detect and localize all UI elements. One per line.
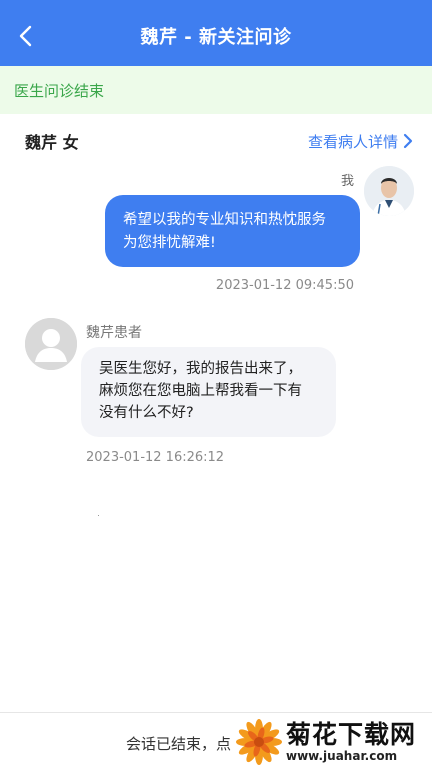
consult-status-banner: 医生问诊结束 [0,66,432,114]
patient-avatar[interactable] [25,318,77,370]
chevron-left-icon [19,25,32,47]
view-patient-details-label: 查看病人详情 [307,132,398,151]
chevron-right-icon [403,133,413,149]
patient-info-row: 魏芹 女 查看病人详情 [0,120,432,162]
watermark-site-url: www.juahar.com [286,749,398,763]
message-line: 希望以我的专业知识和热忱服务 [123,212,326,228]
session-ended-text: 会话已结束，点 [126,735,232,753]
message-line: 没有什么不好? [99,405,194,421]
message-timestamp: 2023-01-12 09:45:50 [215,278,354,293]
message-bubble-outgoing[interactable]: 希望以我的专业知识和热忱服务 为您排忧解难! [105,195,360,267]
watermark-site-name: 菊花下载网 [286,720,417,749]
chrysanthemum-icon [236,719,282,765]
sender-label-patient: 魏芹患者 [86,325,142,341]
message-line: 为您排忧解难! [123,235,216,251]
watermark-logo: 菊花下载网 www.juahar.com [236,716,432,768]
doctor-avatar[interactable] [364,166,414,216]
stray-dot [98,515,99,516]
top-bar: 魏芹 - 新关注问诊 [0,0,432,66]
view-patient-details-link[interactable]: 查看病人详情 [308,131,414,152]
doctor-portrait-icon [364,166,414,216]
consult-status-text: 医生问诊结束 [14,81,105,100]
message-bubble-incoming[interactable]: 吴医生您好，我的报告出来了， 麻烦您在您电脑上帮我看一下有 没有什么不好? [81,347,336,437]
message-line: 麻烦您在您电脑上帮我看一下有 [99,383,302,399]
page-title: 魏芹 - 新关注问诊 [140,27,292,48]
message-line: 吴医生您好，我的报告出来了， [99,361,302,377]
patient-name-gender: 魏芹 女 [25,133,79,152]
back-button[interactable] [12,22,40,50]
message-timestamp: 2023-01-12 16:26:12 [86,450,225,465]
default-user-icon [25,318,77,370]
sender-label-me: 我 [340,174,354,189]
watermark-text: 菊花下载网 www.juahar.com [286,722,416,762]
